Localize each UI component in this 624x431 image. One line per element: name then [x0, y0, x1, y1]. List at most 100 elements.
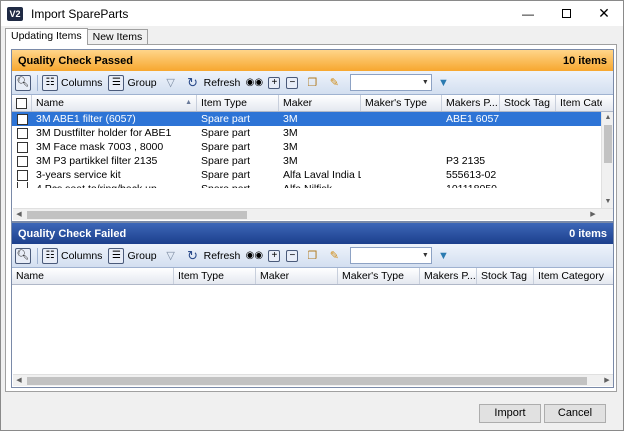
- row-checkbox[interactable]: [16, 182, 28, 188]
- window-controls: — ✕: [509, 1, 623, 26]
- scroll-right-icon[interactable]: ▶: [601, 375, 613, 387]
- cell-name: 3M P3 partikkel filter 2135: [36, 155, 158, 167]
- table-row[interactable]: 3M ABE1 filter (6057) Spare part 3M ABE1…: [12, 112, 601, 126]
- expand-all-button[interactable]: +: [268, 74, 281, 92]
- chevron-down-icon: ▼: [421, 79, 429, 86]
- refresh-icon: ↻: [187, 74, 199, 90]
- column-header-name[interactable]: Name: [12, 268, 174, 284]
- collapse-all-button[interactable]: −: [286, 247, 299, 265]
- cell-makers-type: [361, 112, 442, 126]
- edit-button[interactable]: ✎: [326, 247, 342, 265]
- passed-vertical-scrollbar[interactable]: ▲ ▼: [601, 112, 613, 208]
- column-header-makers-p[interactable]: Makers P...: [420, 268, 477, 284]
- close-button[interactable]: ✕: [585, 1, 623, 26]
- refresh-label: Refresh: [203, 76, 241, 89]
- row-checkbox[interactable]: [16, 169, 28, 181]
- find-button[interactable]: ◉◉: [246, 247, 263, 265]
- columns-button[interactable]: ☷ Columns: [42, 247, 102, 265]
- cell-makers-p: [442, 126, 500, 140]
- horizontal-scroll-thumb[interactable]: [27, 377, 587, 385]
- group-label: Group: [127, 76, 157, 89]
- row-checkbox[interactable]: [16, 141, 28, 153]
- window-title: Import SpareParts: [31, 6, 129, 21]
- vertical-scroll-thumb[interactable]: [604, 125, 612, 163]
- collapse-all-button[interactable]: −: [286, 74, 299, 92]
- refresh-button[interactable]: ↻ Refresh: [185, 247, 240, 265]
- column-header-name[interactable]: Name ▲: [32, 95, 197, 111]
- cell-item-type: Spare part: [201, 141, 251, 153]
- failed-toolbar: 🔍︎ ☷ Columns ☰ Group ▽ ↻ Refresh ◉◉ + − …: [12, 244, 613, 268]
- scroll-down-icon[interactable]: ▼: [602, 196, 614, 208]
- minus-icon: −: [286, 76, 299, 89]
- preview-button[interactable]: 🔍︎: [15, 247, 31, 265]
- filter-combo[interactable]: ▼: [350, 74, 433, 91]
- select-all-checkbox-cell: [12, 95, 32, 111]
- cell-makers-type: [361, 126, 442, 140]
- filter-icon: ▽: [166, 76, 175, 89]
- horizontal-scroll-thumb[interactable]: [27, 211, 247, 219]
- column-header-maker[interactable]: Maker: [279, 95, 361, 111]
- import-button[interactable]: Import: [479, 404, 541, 423]
- scroll-up-icon[interactable]: ▲: [602, 112, 614, 124]
- filter-combo[interactable]: ▼: [350, 247, 433, 264]
- copy-button[interactable]: ❐: [304, 74, 320, 92]
- title-bar: V2 Import SpareParts — ✕: [1, 1, 623, 26]
- preview-icon: 🔍︎: [15, 74, 31, 91]
- preview-button[interactable]: 🔍︎: [15, 74, 31, 92]
- passed-toolbar: 🔍︎ ☷ Columns ☰ Group ▽ ↻ Refresh ◉◉ + − …: [12, 71, 613, 95]
- scroll-right-icon[interactable]: ▶: [587, 209, 599, 221]
- column-header-item-type[interactable]: Item Type: [174, 268, 256, 284]
- column-header-item-category[interactable]: Item Category: [534, 268, 613, 284]
- failed-horizontal-scrollbar[interactable]: ◀ ▶: [13, 374, 613, 386]
- cell-makers-p: ABE1 6057: [446, 113, 500, 125]
- passed-panel-header: Quality Check Passed 10 items: [12, 50, 613, 71]
- passed-horizontal-scrollbar[interactable]: ◀ ▶: [13, 208, 613, 220]
- maximize-icon: [561, 9, 571, 18]
- tab-updating-items[interactable]: Updating Items: [5, 28, 88, 45]
- find-button[interactable]: ◉◉: [246, 74, 263, 92]
- column-header-makers-type[interactable]: Maker's Type: [338, 268, 420, 284]
- clear-filter-button[interactable]: ▼: [435, 247, 451, 265]
- close-icon: ✕: [598, 5, 610, 21]
- scroll-left-icon[interactable]: ◀: [13, 375, 25, 387]
- cell-makers-type: [361, 154, 442, 168]
- columns-button[interactable]: ☷ Columns: [42, 74, 102, 92]
- row-checkbox[interactable]: [16, 127, 28, 139]
- row-checkbox[interactable]: [16, 155, 28, 167]
- filter-icon: ▽: [166, 249, 175, 262]
- filter-clear-icon: ▼: [437, 249, 449, 262]
- refresh-button[interactable]: ↻ Refresh: [185, 74, 241, 92]
- table-row[interactable]: 3M Dustfilter holder for ABE1 Spare part…: [12, 126, 601, 140]
- column-header-item-category[interactable]: Item Categ: [556, 95, 602, 111]
- group-button[interactable]: ☰ Group: [108, 74, 157, 92]
- copy-icon: ❐: [307, 76, 318, 89]
- minimize-button[interactable]: —: [509, 1, 547, 26]
- maximize-button[interactable]: [547, 1, 585, 26]
- table-row[interactable]: 3M Face mask 7003 , 8000 Spare part 3M: [12, 140, 601, 154]
- table-row[interactable]: 3-years service kit Spare part Alfa Lava…: [12, 168, 601, 182]
- column-header-makers-p[interactable]: Makers P...: [442, 95, 500, 111]
- tab-new-items[interactable]: New Items: [86, 29, 149, 45]
- edit-button[interactable]: ✎: [326, 74, 342, 92]
- cell-makers-type: [361, 140, 442, 154]
- row-checkbox[interactable]: [16, 113, 28, 125]
- column-header-item-type[interactable]: Item Type: [197, 95, 279, 111]
- filter-button[interactable]: ▽: [163, 74, 179, 92]
- minus-icon: −: [286, 249, 299, 262]
- group-button[interactable]: ☰ Group: [108, 247, 157, 265]
- table-row[interactable]: 3M P3 partikkel filter 2135 Spare part 3…: [12, 154, 601, 168]
- filter-button[interactable]: ▽: [163, 247, 179, 265]
- chevron-down-icon: ▼: [421, 252, 429, 259]
- column-header-makers-type[interactable]: Maker's Type: [361, 95, 442, 111]
- cell-maker: 3M: [283, 155, 298, 167]
- column-header-stock-tag[interactable]: Stock Tag: [500, 95, 556, 111]
- expand-all-button[interactable]: +: [268, 247, 281, 265]
- scroll-left-icon[interactable]: ◀: [13, 209, 25, 221]
- column-header-stock-tag[interactable]: Stock Tag: [477, 268, 534, 284]
- column-header-maker[interactable]: Maker: [256, 268, 338, 284]
- clear-filter-button[interactable]: ▼: [435, 74, 451, 92]
- select-all-checkbox[interactable]: [16, 97, 27, 109]
- copy-button[interactable]: ❐: [304, 247, 320, 265]
- cancel-button[interactable]: Cancel: [544, 404, 606, 423]
- table-row[interactable]: 4 Pcs seat to/ring/back up Spare part Al…: [12, 182, 601, 188]
